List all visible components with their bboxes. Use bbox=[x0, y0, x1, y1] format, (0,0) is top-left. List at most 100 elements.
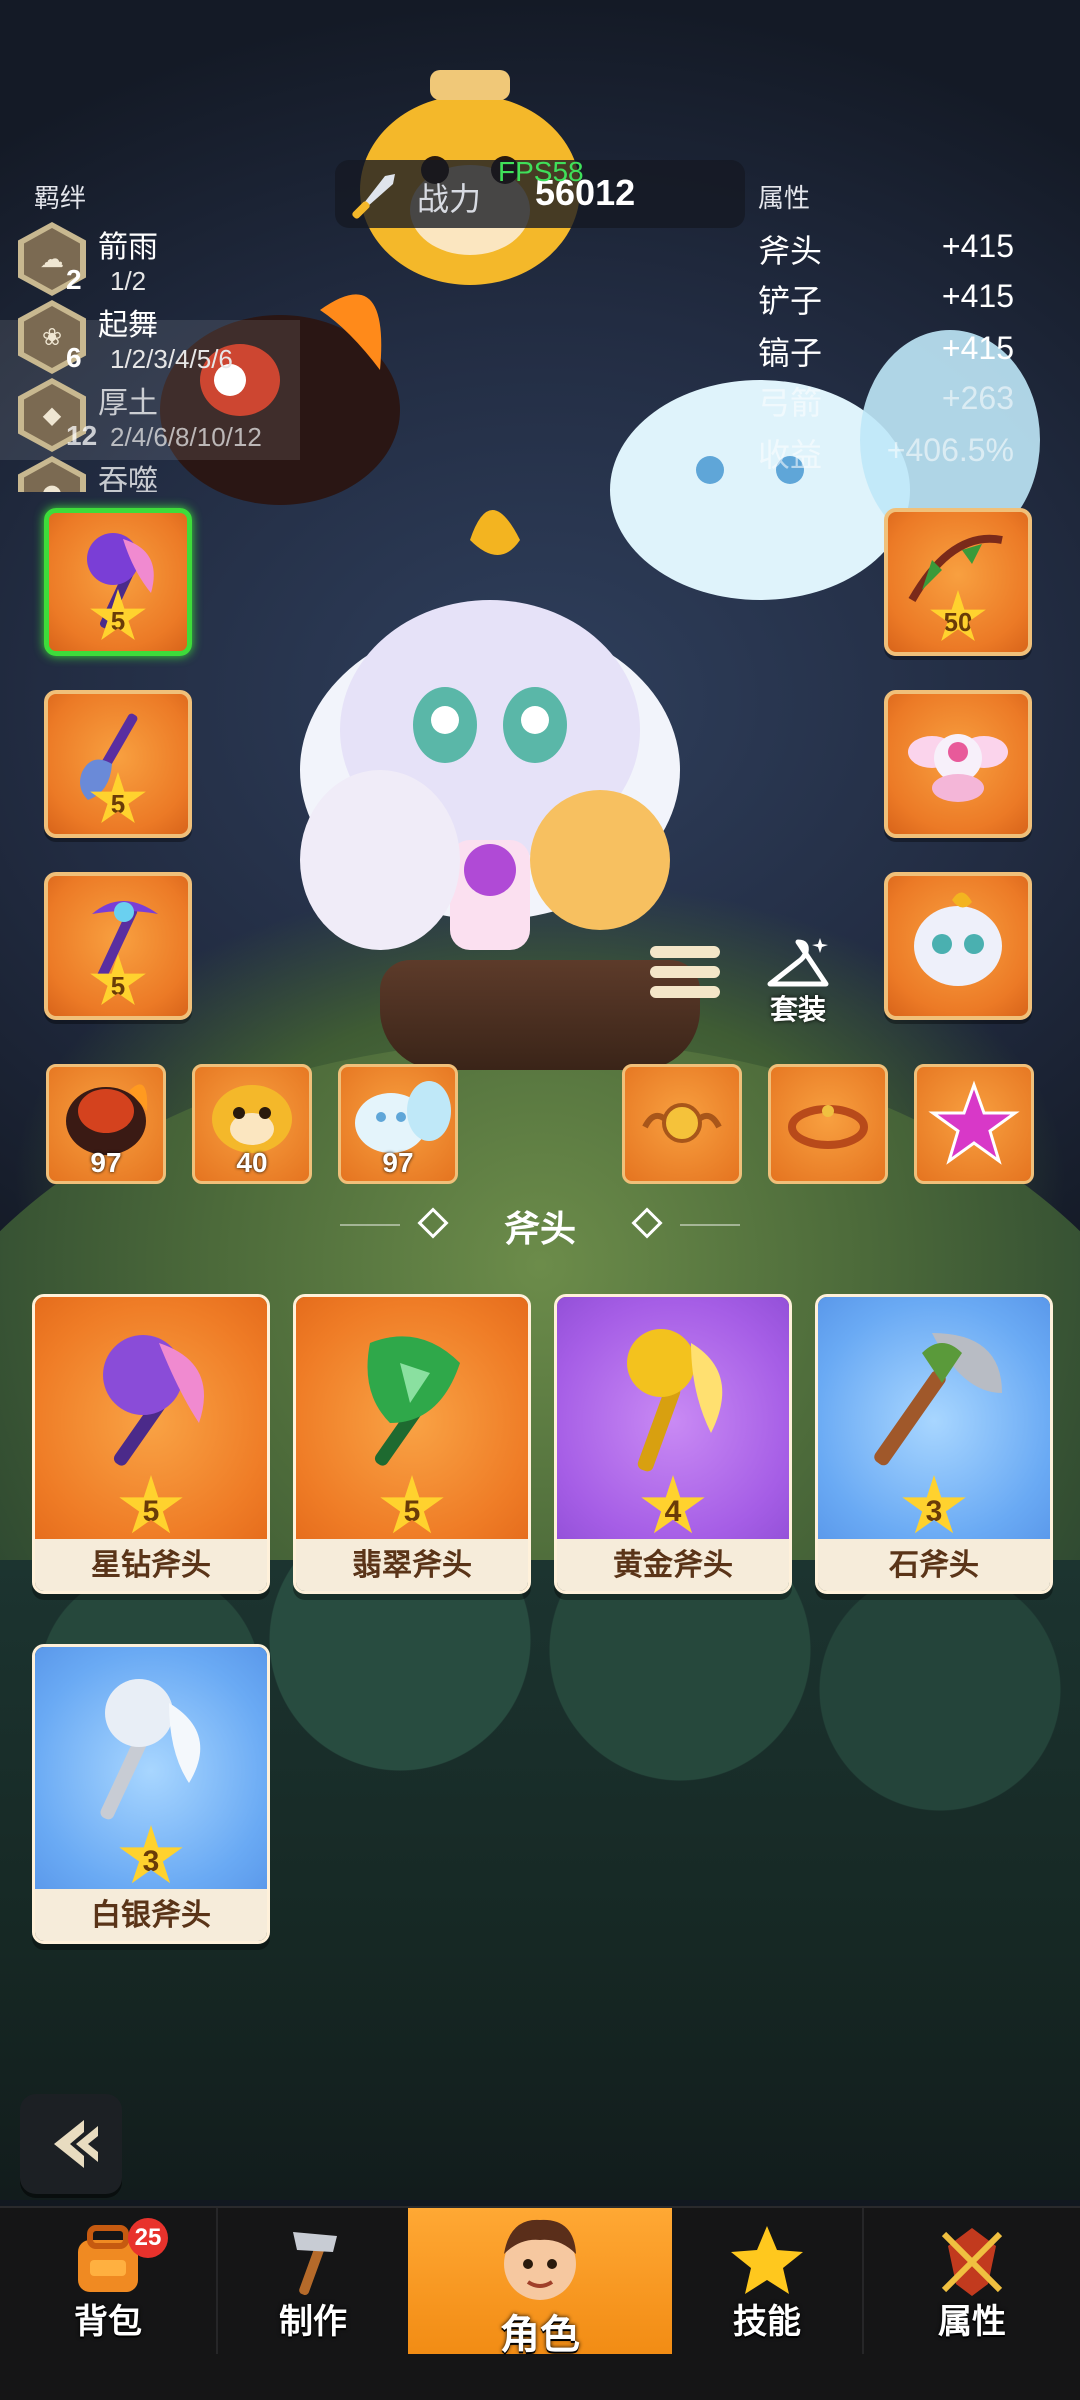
attribute-value: +415 bbox=[941, 330, 1014, 366]
attribute-row: 镐子 +415 bbox=[758, 328, 1058, 372]
pet-slot[interactable]: 97 bbox=[338, 1064, 458, 1184]
fps-counter: FPS58 bbox=[498, 156, 584, 187]
menu-bar bbox=[650, 986, 720, 998]
bond-count: 12 bbox=[66, 420, 98, 451]
nav-label: 角色 bbox=[500, 2312, 580, 2358]
card-art-area: 3 bbox=[35, 1647, 267, 1895]
bond-item[interactable]: ☁ 2 箭雨 1/2 bbox=[18, 222, 318, 302]
menu-bar bbox=[650, 946, 720, 958]
pet-level: 97 bbox=[382, 1147, 414, 1178]
item-card[interactable]: 3 石斧头 bbox=[815, 1294, 1053, 1594]
bond-tiers: 1/2/3/4/5/6 bbox=[110, 344, 233, 374]
attribute-row: 铲子 +415 bbox=[758, 276, 1058, 320]
section-header: 斧头 bbox=[0, 1196, 1080, 1256]
notification-badge: 25 bbox=[128, 2218, 168, 2258]
bonds-title: 羁绊 bbox=[34, 184, 87, 214]
bond-tiers: 1/2 bbox=[110, 266, 147, 296]
item-name: 黄金斧头 bbox=[557, 1539, 789, 1591]
dragon-mask-icon bbox=[914, 892, 1002, 986]
silver-axe-icon bbox=[100, 1679, 201, 1820]
back-button[interactable] bbox=[20, 2094, 122, 2194]
bond-item[interactable]: ● 吞噬 bbox=[18, 456, 318, 492]
outfit-label: 套装 bbox=[769, 993, 826, 1026]
item-card[interactable]: 5 星钻斧头 bbox=[32, 1294, 270, 1594]
item-card[interactable]: 5 翡翠斧头 bbox=[293, 1294, 531, 1594]
bond-tiers: 2/4/6/8/10/12 bbox=[110, 422, 262, 452]
item-name: 白银斧头 bbox=[35, 1889, 267, 1941]
bond-name: 吞噬 bbox=[98, 464, 158, 492]
bottom-nav: 25 背包 制作 角色 技能 属性 bbox=[0, 2206, 1080, 2400]
bond-name: 厚土 bbox=[98, 386, 158, 421]
attribute-name: 镐子 bbox=[758, 334, 823, 372]
attribute-value: +415 bbox=[941, 278, 1014, 314]
star-icon bbox=[731, 2226, 803, 2294]
pet-slot[interactable]: 97 bbox=[46, 1064, 166, 1184]
star-badge: 3 bbox=[119, 1825, 183, 1884]
outfit-button[interactable]: 套装 bbox=[758, 936, 838, 1026]
card-art-area: 5 bbox=[296, 1297, 528, 1545]
bond-count: 2 bbox=[66, 264, 82, 295]
attribute-value: +406.5% bbox=[886, 432, 1014, 468]
star-badge: 5 bbox=[119, 1475, 183, 1534]
nav-backpack[interactable]: 25 背包 bbox=[0, 2208, 216, 2354]
bond-count: 6 bbox=[66, 342, 82, 373]
equip-slot-wings[interactable] bbox=[884, 690, 1032, 838]
hero-face-icon bbox=[504, 2219, 576, 2300]
nav-label: 背包 bbox=[74, 2302, 142, 2342]
nav-skills[interactable]: 技能 bbox=[672, 2208, 862, 2354]
item-name: 翡翠斧头 bbox=[296, 1539, 528, 1591]
nav-label: 属性 bbox=[938, 2302, 1006, 2342]
combat-power-label: 战力 bbox=[417, 180, 482, 218]
item-card[interactable]: 3 白银斧头 bbox=[32, 1644, 270, 1944]
accessory-slot[interactable] bbox=[622, 1064, 742, 1184]
hanger-icon bbox=[767, 938, 829, 987]
attribute-row: 收益 +406.5% bbox=[758, 430, 1058, 474]
menu-bar bbox=[650, 966, 720, 978]
nav-crafting[interactable]: 制作 bbox=[218, 2208, 408, 2354]
pet-level: 40 bbox=[236, 1147, 268, 1178]
attribute-row: 弓箭 +263 bbox=[758, 378, 1058, 422]
bracelet-icon bbox=[788, 1105, 868, 1149]
section-title: 斧头 bbox=[503, 1209, 576, 1250]
crossed-swords-icon bbox=[941, 2228, 1003, 2296]
bond-item[interactable]: ◆ 12 厚土 2/4/6/8/10/12 bbox=[18, 378, 318, 458]
star-diamond-axe-icon bbox=[103, 1335, 204, 1466]
item-name: 石斧头 bbox=[818, 1539, 1050, 1591]
equip-slot-mask[interactable] bbox=[884, 872, 1032, 1020]
accessory-slot[interactable] bbox=[914, 1064, 1034, 1184]
hammer-icon bbox=[293, 2232, 337, 2295]
equip-slot-axe[interactable]: 5 bbox=[44, 508, 192, 656]
accessory-slot[interactable] bbox=[768, 1064, 888, 1184]
star-badge: 5 bbox=[380, 1475, 444, 1534]
emerald-axe-icon bbox=[367, 1336, 460, 1466]
card-art-area: 5 bbox=[35, 1297, 267, 1545]
attribute-row: 斧头 +415 bbox=[758, 226, 1058, 270]
item-name: 星钻斧头 bbox=[35, 1539, 267, 1591]
attribute-name: 弓箭 bbox=[758, 384, 823, 422]
pet-slot[interactable]: 40 bbox=[192, 1064, 312, 1184]
star-badge: 4 bbox=[641, 1475, 705, 1534]
attribute-value: +263 bbox=[941, 380, 1014, 416]
chevron-left-icon bbox=[54, 2120, 98, 2168]
coin-amulet-icon bbox=[642, 1103, 722, 1143]
pet-level: 97 bbox=[90, 1147, 122, 1178]
pink-star-icon bbox=[928, 1080, 1020, 1165]
bond-name: 箭雨 bbox=[98, 230, 158, 265]
equip-slot-bow[interactable]: 50 bbox=[884, 508, 1032, 656]
bond-item[interactable]: ❀ 6 起舞 1/2/3/4/5/6 bbox=[18, 300, 318, 380]
nav-label: 技能 bbox=[733, 2302, 801, 2342]
item-card[interactable]: 4 黄金斧头 bbox=[554, 1294, 792, 1594]
attributes-title: 属性 bbox=[758, 184, 811, 214]
nav-attributes[interactable]: 属性 bbox=[864, 2208, 1080, 2354]
stone-axe-icon bbox=[874, 1333, 1002, 1466]
nav-label: 制作 bbox=[279, 2302, 347, 2342]
winged-eye-icon bbox=[908, 734, 1008, 802]
card-art-area: 3 bbox=[818, 1297, 1050, 1545]
equip-slot-shovel[interactable]: 5 bbox=[44, 690, 192, 838]
menu-button[interactable] bbox=[650, 946, 720, 1016]
attribute-value: +415 bbox=[941, 228, 1014, 264]
golden-axe-icon bbox=[627, 1329, 723, 1472]
bond-name: 起舞 bbox=[98, 308, 158, 343]
equip-slot-pickaxe[interactable]: 5 bbox=[44, 872, 192, 1020]
nav-character[interactable]: 角色 bbox=[408, 2208, 672, 2358]
